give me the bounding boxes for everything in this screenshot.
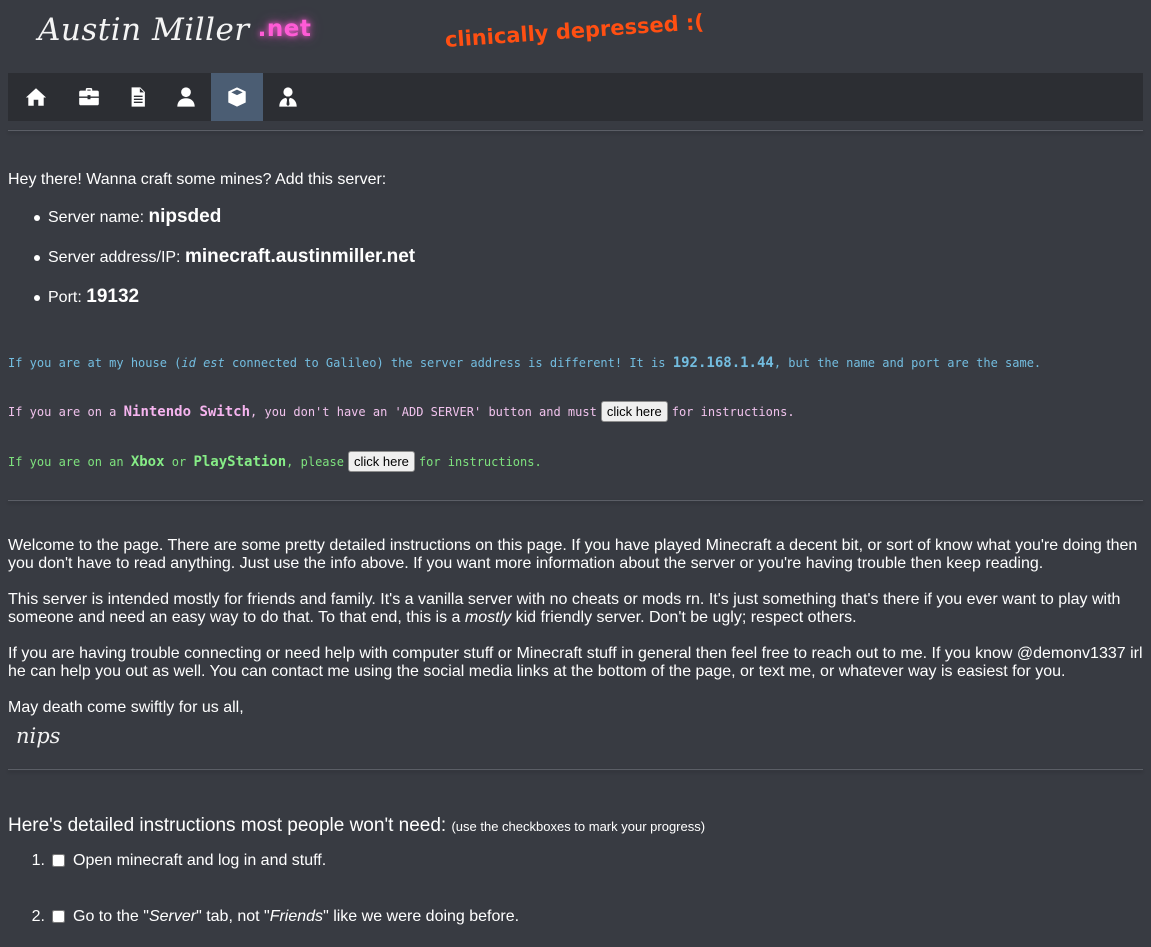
server-name-item: Server name: nipsded	[33, 203, 415, 243]
switch-note-pre: If you are on a	[8, 405, 124, 419]
step-1-text: Open minecraft and log in and stuff.	[73, 852, 327, 869]
house-note: If you are at my house (id est connected…	[8, 355, 1041, 371]
console-note-or: or	[164, 455, 194, 469]
welcome-paragraph-1: Welcome to the page. There are some pret…	[8, 537, 1146, 573]
server-name-label: Server name:	[48, 209, 145, 226]
console-instructions-button[interactable]: click here	[347, 451, 415, 472]
nav-portfolio[interactable]	[63, 73, 115, 121]
house-note-italic: id est	[181, 356, 225, 370]
step-2-mid: " tab, not "	[196, 908, 270, 925]
logo-tld: .net	[257, 16, 312, 42]
step-2-friends-tab: Friends	[269, 908, 324, 925]
step-2-checkbox[interactable]	[52, 910, 65, 923]
welcome-p1-text: Welcome to the page. There are some pret…	[8, 537, 1138, 572]
divider	[8, 130, 1143, 131]
console-note-mid: , please	[286, 455, 344, 469]
document-icon	[131, 87, 145, 107]
server-details: Server name: nipsded Server address/IP: …	[33, 203, 416, 323]
server-address-item: Server address/IP: minecraft.austinmille…	[33, 243, 416, 283]
house-note-pre: If you are at my house (	[8, 356, 182, 370]
user-icon	[177, 87, 195, 107]
nav-home[interactable]	[8, 73, 63, 121]
main-nav	[8, 73, 1143, 121]
briefcase-icon	[79, 88, 99, 106]
step-number: 2.	[31, 908, 45, 925]
house-ip: 192.168.1.44	[672, 355, 774, 371]
step-item: 2. Go to the "Server" tab, not "Friends"…	[28, 906, 519, 947]
house-note-mid: connected to Galileo) the server address…	[224, 356, 673, 370]
nav-resume[interactable]	[115, 73, 161, 121]
server-port-value: 19132	[86, 286, 140, 307]
welcome-paragraph-2: This server is intended mostly for frien…	[8, 591, 1146, 627]
welcome-p3-text: If you are having trouble connecting or …	[8, 645, 1143, 680]
user-tie-icon	[279, 87, 297, 107]
step-2-pre: Go to the "	[73, 908, 149, 925]
console-note-pre: If you are on an	[8, 455, 131, 469]
nav-contact[interactable]	[263, 73, 313, 121]
home-icon	[25, 88, 46, 106]
instructions-heading-text: Here's detailed instructions most people…	[8, 815, 447, 836]
step-2-server-tab: Server	[148, 908, 197, 925]
nav-minecraft[interactable]	[211, 73, 263, 121]
signature: nips	[16, 724, 61, 748]
step-1-checkbox[interactable]	[52, 854, 65, 867]
welcome-p2-post: kid friendly server. Don't be ugly; resp…	[511, 609, 857, 626]
step-item: 1. Open minecraft and log in and stuff.	[28, 850, 519, 906]
instructions-subheading: (use the checkboxes to mark your progres…	[451, 819, 706, 834]
switch-instructions-button[interactable]: click here	[600, 401, 668, 422]
console-note-post: for instructions.	[418, 455, 542, 469]
switch-platform: Nintendo Switch	[123, 404, 251, 420]
tagline: clinically depressed :(	[444, 9, 705, 52]
page: Austin Miller .net clinically depressed :…	[0, 0, 1151, 947]
server-intro: Hey there! Wanna craft some mines? Add t…	[8, 171, 387, 188]
nav-about[interactable]	[161, 73, 211, 121]
house-note-post: , but the name and port are the same.	[773, 356, 1042, 370]
step-2-post: " like we were doing before.	[323, 908, 520, 925]
server-address-value: minecraft.austinmiller.net	[184, 246, 416, 267]
step-number: 1.	[31, 852, 45, 869]
server-port-item: Port: 19132	[33, 283, 415, 323]
closing-line: May death come swiftly for us all,	[8, 699, 1146, 717]
playstation-platform: PlayStation	[193, 454, 287, 470]
server-name-value: nipsded	[148, 206, 222, 227]
switch-note-mid: , you don't have an 'ADD SERVER' button …	[250, 405, 597, 419]
divider	[8, 769, 1143, 770]
step-2-text: Go to the "Server" tab, not "Friends" li…	[73, 906, 519, 928]
cube-icon	[228, 87, 246, 107]
closing-text: May death come swiftly for us all,	[8, 699, 244, 716]
divider	[8, 500, 1143, 501]
logo-name: Austin Miller	[38, 12, 250, 48]
welcome-paragraph-3: If you are having trouble connecting or …	[8, 645, 1146, 681]
site-logo[interactable]: Austin Miller .net	[38, 12, 311, 48]
instruction-steps: 1. Open minecraft and log in and stuff. …	[28, 850, 519, 947]
console-note: If you are on an Xbox or PlayStation, pl…	[8, 451, 542, 472]
server-port-label: Port:	[48, 289, 82, 306]
xbox-platform: Xbox	[130, 454, 165, 470]
instructions-heading: Here's detailed instructions most people…	[8, 815, 705, 837]
server-address-label: Server address/IP:	[48, 249, 181, 266]
welcome-p2-em: mostly	[464, 609, 512, 626]
switch-note-post: for instructions.	[671, 405, 795, 419]
switch-note: If you are on a Nintendo Switch, you don…	[8, 401, 795, 422]
